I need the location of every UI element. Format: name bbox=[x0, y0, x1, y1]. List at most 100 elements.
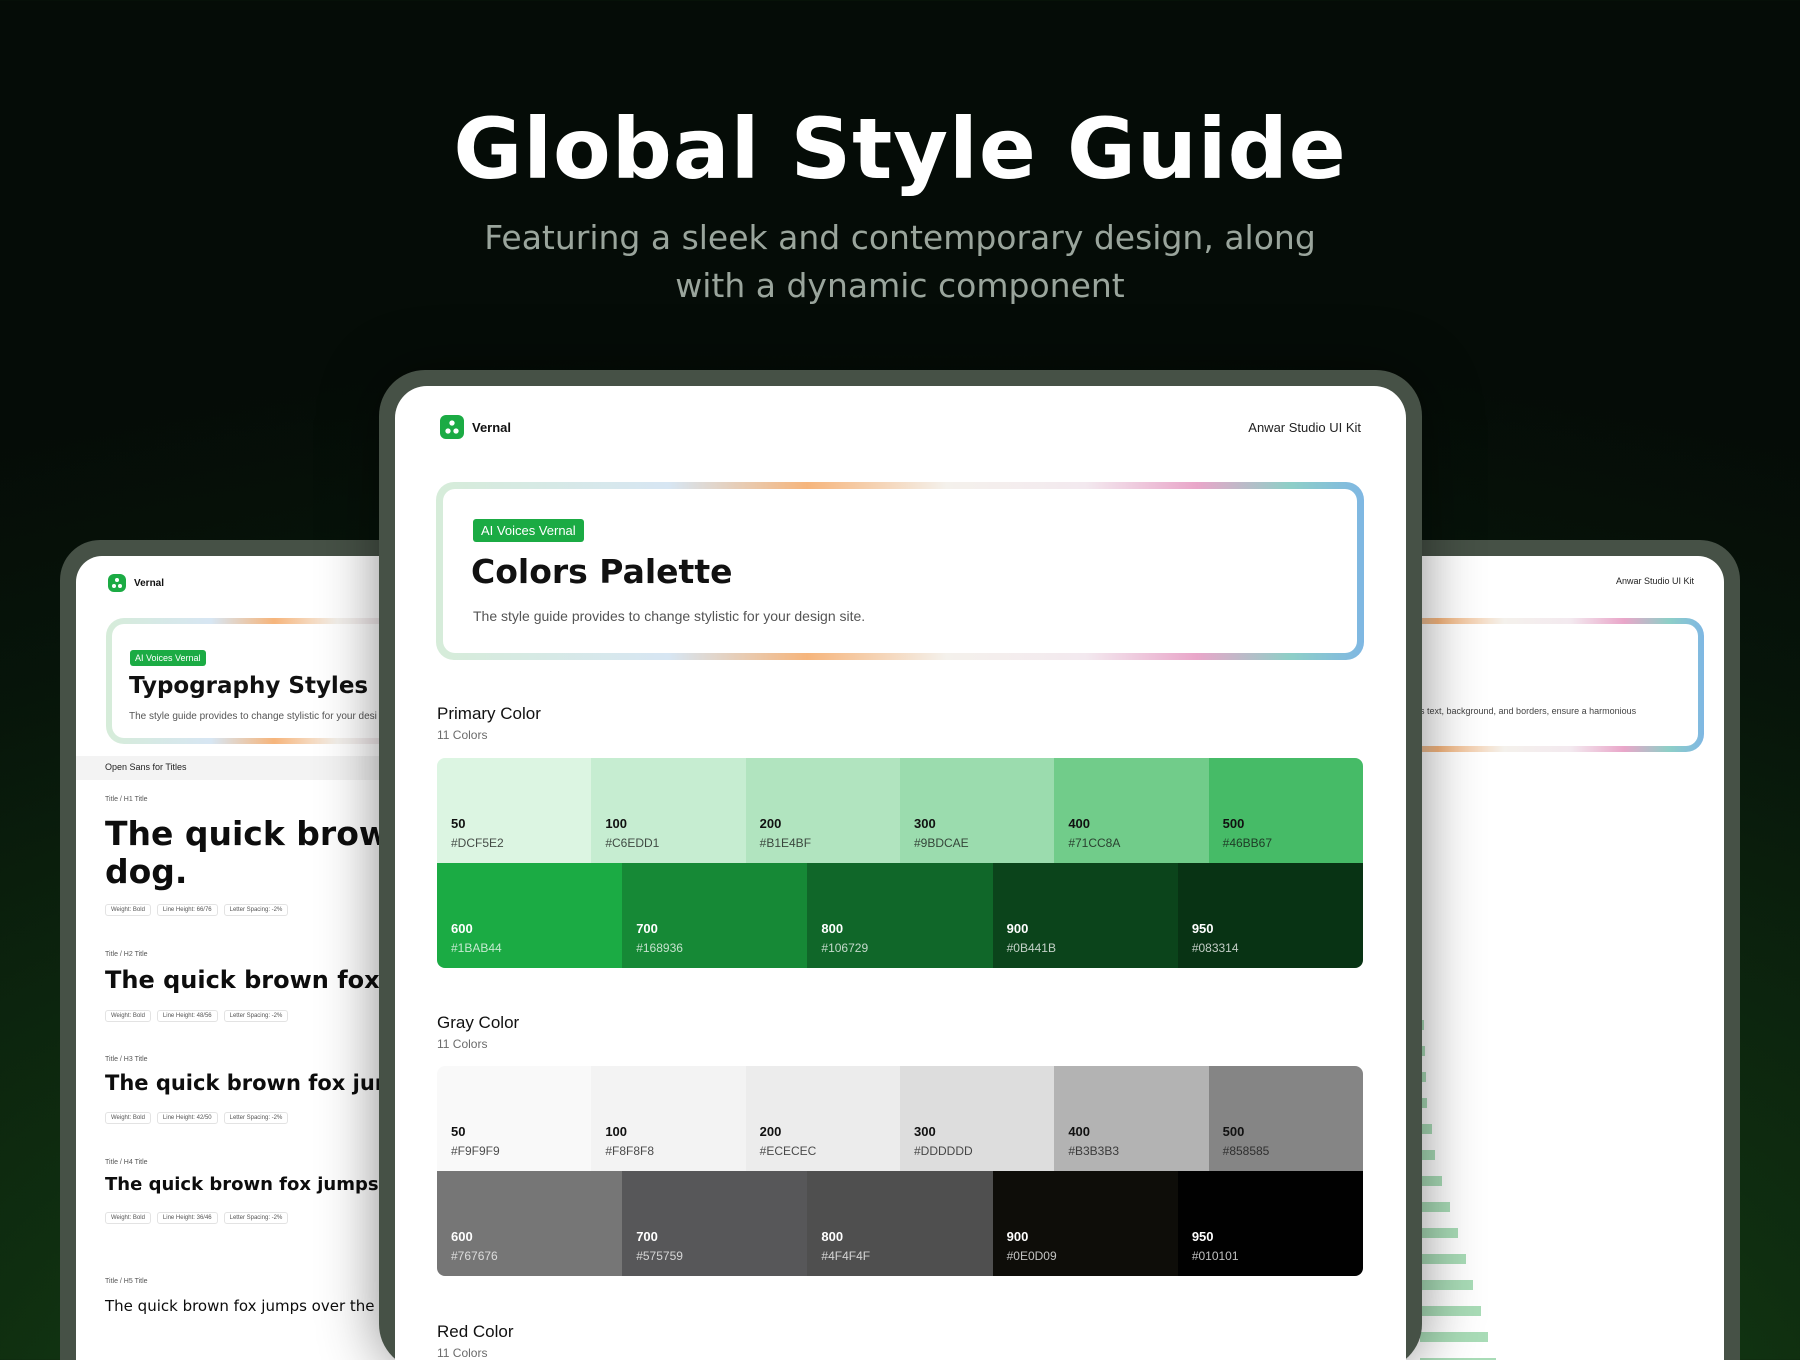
right-description: s text, background, and borders, ensure … bbox=[1420, 706, 1637, 716]
swatch-hex: #0E0D09 bbox=[1006, 1249, 1057, 1263]
swatch-hex: #DDDDDD bbox=[913, 1144, 973, 1158]
primary-swatch-950[interactable]: 950 #083314 bbox=[1177, 863, 1363, 968]
primary-swatch-50[interactable]: 50 #DCF5E2 bbox=[437, 758, 592, 863]
typography-description: The style guide provides to change styli… bbox=[129, 711, 377, 722]
h2-meta: Title / H2 Title bbox=[105, 951, 148, 958]
h4-weight: Weight: Bold bbox=[105, 1212, 151, 1224]
gray-swatch-600[interactable]: 600 #767676 bbox=[437, 1171, 623, 1276]
brand-name: Vernal bbox=[472, 419, 512, 435]
swatch-shade: 300 bbox=[913, 816, 936, 831]
swatch-shade: 700 bbox=[636, 921, 658, 936]
swatch-shade: 800 bbox=[821, 921, 844, 936]
swatch-hex: #083314 bbox=[1191, 941, 1239, 955]
h2-weight: Weight: Bold bbox=[105, 1010, 151, 1022]
h3-letter-spacing: Letter Spacing: -2% bbox=[223, 1112, 289, 1124]
h1-weight: Weight: Bold bbox=[105, 904, 151, 916]
swatch-hex: #C6EDD1 bbox=[605, 836, 660, 850]
swatch-hex: #9BDCAE bbox=[913, 836, 969, 850]
primary-swatch-200[interactable]: 200 #B1E4BF bbox=[745, 758, 900, 863]
bar bbox=[1420, 1176, 1442, 1186]
h5-sample: The quick brown fox jumps over the l bbox=[105, 1297, 384, 1315]
gray-swatch-700[interactable]: 700 #575759 bbox=[622, 1171, 808, 1276]
primary-swatch-700[interactable]: 700 #168936 bbox=[622, 863, 808, 968]
gray-swatch-800[interactable]: 800 #4F4F4F bbox=[807, 1171, 993, 1276]
primary-row-2: 600 #1BAB44 700 #168936 800 #106729 900 #0B441B… bbox=[437, 863, 1363, 968]
primary-swatch-800[interactable]: 800 #106729 bbox=[807, 863, 993, 968]
swatch-hex: #F9F9F9 bbox=[451, 1144, 500, 1158]
gray-swatch-300[interactable]: 300 #DDDDDD bbox=[899, 1066, 1055, 1171]
primary-swatch-600[interactable]: 600 #1BAB44 bbox=[437, 863, 623, 968]
h4-line-height: Line Height: 36/46 bbox=[156, 1212, 218, 1224]
brand-name: Vernal bbox=[134, 577, 165, 589]
h1-letter-spacing: Letter Spacing: -2% bbox=[223, 904, 289, 916]
gray-swatches: 50 #F9F9F9 100 #F8F8F8 200 #ECECEC 300 #DDDDDD 4… bbox=[437, 1066, 1363, 1276]
primary-row-1: 50 #DCF5E2 100 #C6EDD1 200 #B1E4BF 300 #9BDCAE 4… bbox=[437, 758, 1363, 863]
swatch-hex: #DCF5E2 bbox=[451, 836, 504, 850]
font-label: Open Sans for Titles bbox=[105, 762, 187, 772]
swatch-shade: 400 bbox=[1068, 1124, 1091, 1139]
primary-swatch-400[interactable]: 400 #71CC8A bbox=[1054, 758, 1209, 863]
h3-sample: The quick brown fox jumps bbox=[105, 1071, 425, 1095]
primary-swatch-500[interactable]: 500 #46BB67 bbox=[1208, 758, 1363, 863]
primary-swatch-100[interactable]: 100 #C6EDD1 bbox=[591, 758, 746, 863]
gray-color-title: Gray Color bbox=[437, 1013, 520, 1032]
swatch-hex: #F8F8F8 bbox=[605, 1144, 655, 1158]
gray-row-2: 600 #767676 700 #575759 800 #4F4F4F 900 #0E0D09… bbox=[437, 1171, 1363, 1276]
swatch-shade: 200 bbox=[759, 1124, 782, 1139]
swatch-shade: 600 bbox=[451, 1229, 473, 1244]
swatch-shade: 800 bbox=[821, 1229, 844, 1244]
gray-swatch-200[interactable]: 200 #ECECEC bbox=[745, 1066, 900, 1171]
swatch-shade: 950 bbox=[1191, 921, 1214, 936]
swatch-shade: 300 bbox=[913, 1124, 936, 1139]
swatch-hex: #767676 bbox=[451, 1249, 498, 1263]
brand[interactable]: Vernal bbox=[440, 415, 511, 439]
swatch-hex: #010101 bbox=[1191, 1249, 1239, 1263]
kit-label: Anwar Studio UI Kit bbox=[1248, 420, 1361, 435]
h3-specs: Weight: Bold Line Height: 42/50 Letter S… bbox=[105, 1112, 289, 1124]
swatch-hex: #B3B3B3 bbox=[1068, 1144, 1120, 1158]
gray-swatch-950[interactable]: 950 #010101 bbox=[1177, 1171, 1363, 1276]
swatch-shade: 900 bbox=[1006, 921, 1029, 936]
swatch-shade: 100 bbox=[605, 816, 628, 831]
gray-swatch-50[interactable]: 50 #F9F9F9 bbox=[437, 1066, 592, 1171]
swatch-shade: 600 bbox=[451, 921, 473, 936]
hero-subtitle: Featuring a sleek and contemporary desig… bbox=[484, 218, 1316, 305]
hero-title: Global Style Guide bbox=[453, 100, 1347, 198]
typography-title: Typography Styles bbox=[129, 673, 369, 699]
swatch-hex: #575759 bbox=[636, 1249, 683, 1263]
brand[interactable]: Vernal bbox=[108, 574, 164, 592]
gray-row-1: 50 #F9F9F9 100 #F8F8F8 200 #ECECEC 300 #DDDDDD 4… bbox=[437, 1066, 1363, 1171]
gray-swatch-500[interactable]: 500 #858585 bbox=[1208, 1066, 1363, 1171]
swatch-hex: #0B441B bbox=[1006, 941, 1056, 955]
swatch-shade: 900 bbox=[1006, 1229, 1029, 1244]
swatch-shade: 950 bbox=[1191, 1229, 1214, 1244]
primary-swatch-300[interactable]: 300 #9BDCAE bbox=[899, 758, 1055, 863]
gray-swatch-100[interactable]: 100 #F8F8F8 bbox=[591, 1066, 746, 1171]
h1-specs: Weight: Bold Line Height: 66/76 Letter S… bbox=[105, 904, 289, 916]
h4-meta: Title / H4 Title bbox=[105, 1159, 148, 1166]
primary-swatch-900[interactable]: 900 #0B441B bbox=[992, 863, 1178, 968]
h3-weight: Weight: Bold bbox=[105, 1112, 151, 1124]
swatch-shade: 100 bbox=[605, 1124, 628, 1139]
swatch-shade: 700 bbox=[636, 1229, 658, 1244]
swatch-hex: #ECECEC bbox=[759, 1144, 817, 1158]
h4-specs: Weight: Bold Line Height: 36/46 Letter S… bbox=[105, 1212, 289, 1224]
gray-swatch-400[interactable]: 400 #B3B3B3 bbox=[1054, 1066, 1209, 1171]
swatch-shade: 400 bbox=[1068, 816, 1091, 831]
h3-line-height: Line Height: 42/50 bbox=[156, 1112, 218, 1124]
ai-voices-badge: AI Voices Vernal bbox=[130, 650, 206, 666]
h2-specs: Weight: Bold Line Height: 48/56 Letter S… bbox=[105, 1010, 289, 1022]
swatch-shade: 50 bbox=[451, 1124, 466, 1139]
h5-meta: Title / H5 Title bbox=[105, 1278, 148, 1285]
colors-title: Colors Palette bbox=[471, 552, 733, 591]
bar bbox=[1420, 1202, 1450, 1212]
swatch-hex: #1BAB44 bbox=[451, 941, 502, 955]
h1-meta: Title / H1 Title bbox=[105, 796, 148, 803]
swatch-shade: 50 bbox=[451, 816, 466, 831]
center-device-frame: Vernal Anwar Studio UI Kit AI Voices Ver… bbox=[379, 370, 1422, 1360]
h2-letter-spacing: Letter Spacing: -2% bbox=[223, 1010, 289, 1022]
gray-swatch-900[interactable]: 900 #0E0D09 bbox=[992, 1171, 1178, 1276]
primary-color-title: Primary Color bbox=[437, 704, 541, 723]
bar bbox=[1420, 1254, 1466, 1264]
swatch-hex: #106729 bbox=[821, 941, 869, 955]
